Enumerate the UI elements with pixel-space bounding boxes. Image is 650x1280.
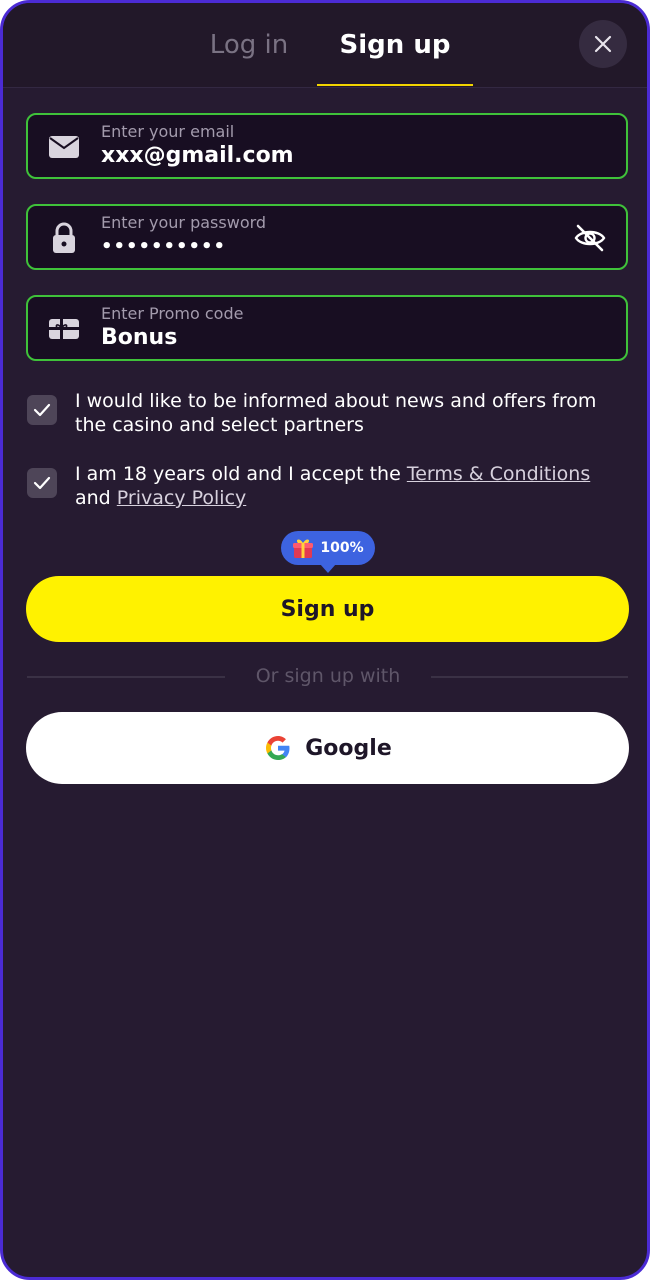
divider-right (431, 676, 628, 678)
divider-left (27, 676, 225, 678)
signup-dialog: Log in Sign up Enter your email xxx@gmai… (0, 0, 650, 1280)
check-icon (33, 403, 51, 417)
bonus-badge: 100% (281, 531, 375, 573)
eye-off-icon (574, 224, 606, 252)
gift-card-icon (48, 314, 80, 344)
toggle-password-visibility-button[interactable] (572, 220, 608, 256)
google-button-label: Google (305, 735, 392, 761)
mail-icon (48, 132, 80, 162)
close-button[interactable] (579, 20, 627, 68)
news-consent-checkbox[interactable] (27, 395, 57, 425)
password-value: •••••••••• (101, 236, 227, 257)
bonus-percent: 100% (320, 540, 364, 556)
password-field[interactable]: Enter your password •••••••••• (26, 204, 628, 270)
tab-signup[interactable]: Sign up (317, 23, 473, 67)
auth-tabs: Log in Sign up (3, 3, 647, 88)
close-icon (594, 35, 612, 53)
email-label: Enter your email (101, 122, 235, 141)
terms-consent-text: I am 18 years old and I accept the Terms… (75, 462, 627, 510)
privacy-policy-link[interactable]: Privacy Policy (117, 487, 246, 509)
news-consent-text: I would like to be informed about news a… (75, 390, 597, 436)
terms-and: and (75, 487, 117, 509)
google-icon (266, 736, 290, 760)
terms-prefix: I am 18 years old and I accept the (75, 463, 407, 485)
promo-label: Enter Promo code (101, 304, 244, 323)
signup-button[interactable]: Sign up (26, 576, 629, 642)
promo-value: Bonus (101, 325, 178, 350)
terms-consent-checkbox[interactable] (27, 468, 57, 498)
email-field[interactable]: Enter your email xxx@gmail.com (26, 113, 628, 179)
check-icon (33, 476, 51, 490)
active-tab-indicator (317, 84, 473, 86)
tab-login[interactable]: Log in (199, 23, 299, 67)
password-label: Enter your password (101, 213, 267, 232)
lock-icon (48, 222, 80, 253)
gift-icon (293, 539, 314, 558)
promo-code-field[interactable]: Enter Promo code Bonus (26, 295, 628, 361)
email-value: xxx@gmail.com (101, 143, 294, 168)
divider-text: Or sign up with (255, 665, 401, 687)
terms-link[interactable]: Terms & Conditions (407, 463, 590, 485)
google-signup-button[interactable]: Google (26, 712, 629, 784)
